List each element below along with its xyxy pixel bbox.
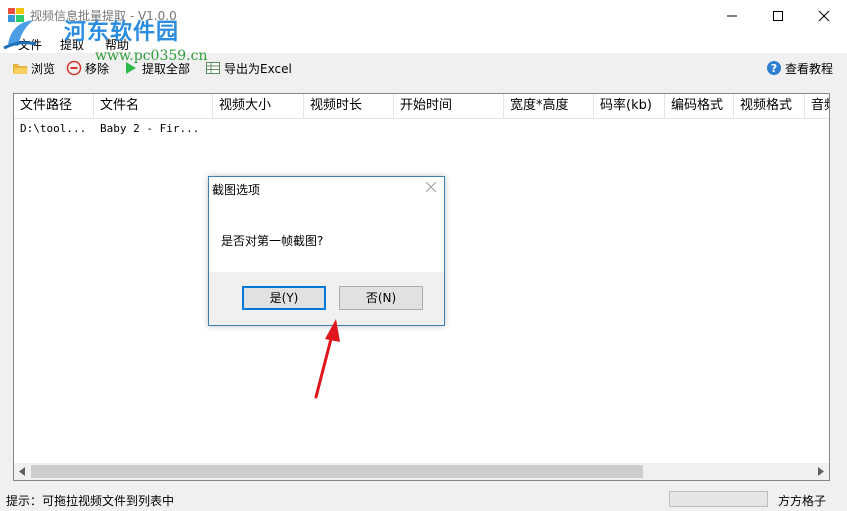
toolbar: 浏览 移除 提取全部 导出为Excel ? 查看教程 <box>0 56 847 82</box>
list-header: 文件路径 文件名 视频大小 视频时长 开始时间 宽度*高度 码率(kb) 编码格… <box>14 94 829 119</box>
annotation-arrow-icon <box>314 319 340 399</box>
col-audio[interactable]: 音频 <box>805 94 829 118</box>
maximize-button[interactable] <box>755 0 801 31</box>
browse-label: 浏览 <box>31 61 56 76</box>
cell-name: Baby 2 - Fir... <box>100 122 200 135</box>
close-button[interactable] <box>801 0 847 31</box>
col-file-path[interactable]: 文件路径 <box>14 94 94 118</box>
col-video-size[interactable]: 视频大小 <box>213 94 304 118</box>
help-tutorial-button[interactable]: ? 查看教程 <box>766 56 833 80</box>
col-start-time[interactable]: 开始时间 <box>394 94 504 118</box>
status-user: 方方格子 <box>778 494 827 508</box>
scrollbar-thumb[interactable] <box>31 465 643 478</box>
cell-path: D:\tool... <box>20 122 87 135</box>
watermark-name: 河东软件园 <box>64 19 180 45</box>
dialog-message: 是否对第一帧截图? <box>221 234 324 248</box>
col-codec[interactable]: 编码格式 <box>665 94 734 118</box>
extract-all-button[interactable]: 提取全部 <box>123 56 190 80</box>
status-hint: 提示：可拖拉视频文件到列表中 <box>6 494 175 508</box>
dialog-close-icon[interactable] <box>426 182 436 192</box>
minimize-button[interactable] <box>709 0 755 31</box>
help-tutorial-label: 查看教程 <box>785 61 834 76</box>
col-video-format[interactable]: 视频格式 <box>734 94 805 118</box>
horizontal-scrollbar[interactable] <box>14 463 829 480</box>
help-icon: ? <box>767 61 781 75</box>
folder-open-icon <box>13 64 28 74</box>
watermark-logo <box>3 20 37 50</box>
export-excel-label: 导出为Excel <box>224 61 292 76</box>
screenshot-options-dialog: 截图选项 是否对第一帧截图? 是(Y) 否(N) <box>208 176 445 326</box>
extract-all-label: 提取全部 <box>142 61 191 76</box>
col-video-duration[interactable]: 视频时长 <box>304 94 394 118</box>
scroll-left-icon[interactable] <box>18 467 26 476</box>
spreadsheet-icon <box>206 62 220 74</box>
browse-button[interactable]: 浏览 <box>12 56 55 80</box>
dialog-title: 截图选项 <box>212 183 261 197</box>
export-excel-button[interactable]: 导出为Excel <box>205 56 292 80</box>
minimize-icon <box>727 15 737 17</box>
col-file-name[interactable]: 文件名 <box>94 94 213 118</box>
remove-button[interactable]: 移除 <box>66 56 109 80</box>
remove-label: 移除 <box>85 61 110 76</box>
col-resolution[interactable]: 宽度*高度 <box>504 94 594 118</box>
scroll-right-icon[interactable] <box>817 467 825 476</box>
play-icon <box>126 62 136 74</box>
table-row[interactable]: D:\tool... Baby 2 - Fir... <box>14 120 829 138</box>
maximize-icon <box>773 11 783 21</box>
status-bar: 提示：可拖拉视频文件到列表中 方方格子 <box>0 488 847 511</box>
col-bitrate[interactable]: 码率(kb) <box>594 94 665 118</box>
remove-icon <box>66 60 82 76</box>
close-icon <box>818 10 830 22</box>
status-progress <box>669 491 768 507</box>
svg-text:?: ? <box>771 62 777 75</box>
